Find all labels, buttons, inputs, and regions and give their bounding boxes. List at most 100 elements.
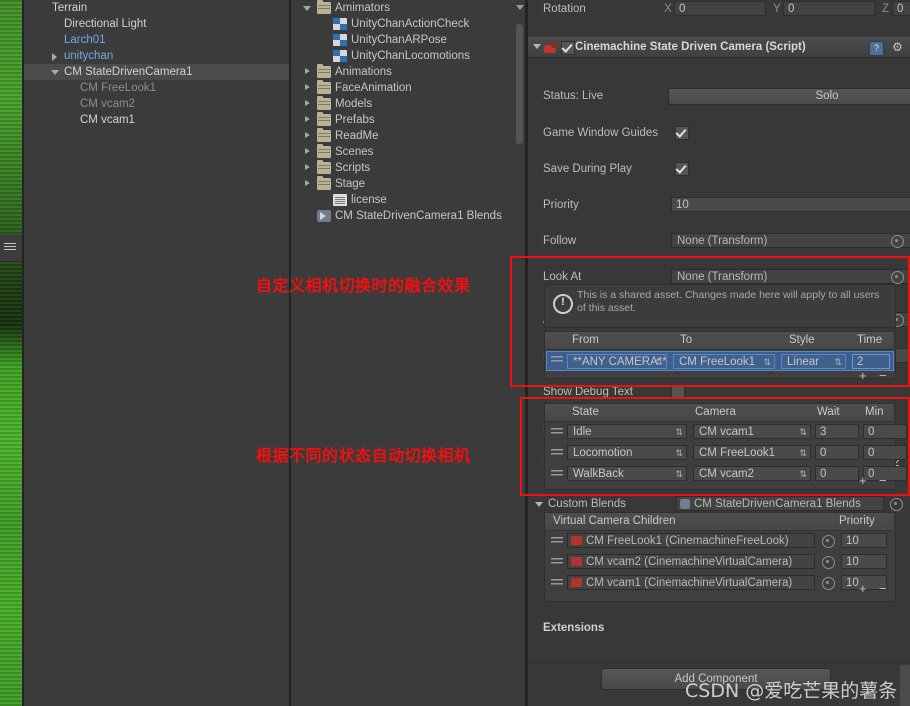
add-child-button[interactable]: + — [859, 581, 867, 596]
chevron-right-icon[interactable] — [50, 48, 61, 64]
reorder-grip-icon[interactable] — [551, 537, 563, 545]
state-dropdown[interactable]: Idle ⇅ — [567, 424, 687, 439]
show-debug-text-checkbox[interactable] — [671, 385, 685, 399]
child-object-picker-icon[interactable] — [822, 577, 835, 590]
solo-button[interactable]: Solo — [668, 88, 910, 105]
blend-time-field[interactable]: 2 — [852, 354, 890, 369]
add-blend-button[interactable]: + — [859, 368, 867, 383]
virtual-camera-child-row[interactable]: CM FreeLook1 (CinemachineFreeLook) 10 — [545, 532, 893, 550]
chevron-right-icon[interactable] — [302, 160, 313, 176]
hierarchy-item-unitychan[interactable]: unitychan — [24, 48, 289, 64]
chevron-right-icon[interactable] — [302, 144, 313, 160]
child-object-field[interactable]: CM vcam1 (CinemachineVirtualCamera) — [567, 575, 815, 590]
remove-state-button[interactable]: − — [879, 473, 887, 488]
hierarchy-item-cm-vcam1[interactable]: CM vcam1 — [24, 112, 289, 128]
blend-to-dropdown[interactable]: CM FreeLook1 ⇅ — [673, 354, 775, 369]
child-priority-field[interactable]: 10 — [841, 533, 887, 548]
state-wait-field[interactable]: 0 — [815, 445, 859, 460]
reorder-grip-icon[interactable] — [551, 558, 563, 566]
states-table: State Camera Wait Min Idle ⇅ CM vcam1 ⇅ 3 0 Lo… — [544, 403, 907, 490]
save-during-play-checkbox[interactable] — [675, 162, 689, 176]
chevron-down-icon[interactable] — [302, 0, 313, 16]
state-min-field[interactable]: 0 — [863, 445, 907, 460]
state-dropdown[interactable]: Locomotion ⇅ — [567, 445, 687, 460]
hierarchy-item-terrain[interactable]: Terrain — [24, 0, 289, 16]
custom-blends-picker-icon[interactable] — [890, 498, 903, 511]
project-item-license[interactable]: license — [291, 192, 525, 208]
project-item-stage[interactable]: Stage — [291, 176, 525, 192]
project-item-unitychanactioncheck[interactable]: UnityChanActionCheck — [291, 16, 525, 32]
state-row[interactable]: Idle ⇅ CM vcam1 ⇅ 3 0 — [545, 423, 907, 441]
project-item-animations[interactable]: Animations — [291, 64, 525, 80]
state-dropdown[interactable]: WalkBack ⇅ — [567, 466, 687, 481]
look-at-object-picker-icon[interactable] — [891, 271, 904, 284]
reorder-grip-icon[interactable] — [551, 579, 563, 587]
child-object-picker-icon[interactable] — [822, 556, 835, 569]
reorder-grip-icon[interactable] — [551, 356, 563, 364]
custom-blends-chevron-down-icon[interactable] — [535, 502, 543, 507]
child-object-field[interactable]: CM vcam2 (CinemachineVirtualCamera) — [567, 554, 815, 569]
project-item-models[interactable]: Models — [291, 96, 525, 112]
chevron-right-icon[interactable] — [302, 96, 313, 112]
blend-style-dropdown[interactable]: Linear ⇅ — [781, 354, 846, 369]
blend-from-dropdown[interactable]: **ANY CAMERA** ⇅ — [567, 354, 667, 369]
chevron-right-icon[interactable] — [302, 112, 313, 128]
project-item-unitychanarpose[interactable]: UnityChanARPose — [291, 32, 525, 48]
add-state-button[interactable]: + — [859, 473, 867, 488]
child-object-picker-icon[interactable] — [822, 535, 835, 548]
rotation-x-field[interactable]: 0 — [674, 1, 766, 16]
hierarchy-item-cm-vcam2[interactable]: CM vcam2 — [24, 96, 289, 112]
chevron-down-icon[interactable] — [50, 64, 61, 80]
state-min-field[interactable]: 0 — [863, 424, 907, 439]
reorder-grip-icon[interactable] — [551, 428, 563, 436]
component-enabled-checkbox[interactable] — [561, 41, 575, 55]
child-priority-field[interactable]: 10 — [841, 554, 887, 569]
project-item-prefabs[interactable]: Prefabs — [291, 112, 525, 128]
state-row[interactable]: WalkBack ⇅ CM vcam2 ⇅ 0 0 — [545, 465, 907, 483]
state-camera-dropdown[interactable]: CM FreeLook1 ⇅ — [693, 445, 811, 460]
game-window-guides-checkbox[interactable] — [675, 126, 689, 140]
look-at-object-field[interactable]: None (Transform) — [671, 269, 910, 284]
help-icon[interactable]: ? — [869, 41, 884, 56]
custom-blends-asset-field[interactable]: CM StateDrivenCamera1 Blends — [676, 496, 884, 511]
virtual-camera-child-row[interactable]: CM vcam2 (CinemachineVirtualCamera) 10 — [545, 553, 893, 571]
project-item-amimators[interactable]: Amimators — [291, 0, 525, 16]
chevron-right-icon[interactable] — [302, 64, 313, 80]
custom-blend-row-selected[interactable]: **ANY CAMERA** ⇅ CM FreeLook1 ⇅ Linear ⇅… — [546, 351, 894, 371]
state-wait-field[interactable]: 3 — [815, 424, 859, 439]
rotation-y-field[interactable]: 0 — [783, 1, 875, 16]
hierarchy-item-cm-statedrivencamera1[interactable]: CM StateDrivenCamera1 — [24, 64, 289, 80]
priority-field[interactable]: 10 — [671, 197, 910, 212]
remove-child-button[interactable]: − — [879, 581, 887, 596]
reorder-grip-icon[interactable] — [551, 470, 563, 478]
chevron-right-icon[interactable] — [302, 80, 313, 96]
rotation-z-field[interactable]: 0 — [892, 1, 910, 16]
project-item-readme[interactable]: ReadMe — [291, 128, 525, 144]
chevron-down-icon[interactable] — [533, 44, 541, 49]
cinemachine-component-header[interactable]: Cinemachine State Driven Camera (Script)… — [528, 37, 910, 58]
hierarchy-item-cm-freelook1[interactable]: CM FreeLook1 — [24, 80, 289, 96]
scene-view-strip[interactable] — [0, 0, 22, 706]
project-item-scripts[interactable]: Scripts — [291, 160, 525, 176]
chevron-right-icon[interactable] — [302, 128, 313, 144]
inspector-scrollbar[interactable] — [900, 665, 910, 706]
remove-blend-button[interactable]: − — [879, 368, 887, 383]
state-camera-dropdown[interactable]: CM vcam1 ⇅ — [693, 424, 811, 439]
project-item-unitychanlocomotions[interactable]: UnityChanLocomotions — [291, 48, 525, 64]
project-item-faceanimation[interactable]: FaceAnimation — [291, 80, 525, 96]
project-item-scenes[interactable]: Scenes — [291, 144, 525, 160]
virtual-camera-child-row[interactable]: CM vcam1 (CinemachineVirtualCamera) 10 — [545, 574, 893, 592]
follow-object-field[interactable]: None (Transform) — [671, 233, 910, 248]
scene-view-tab-stub[interactable] — [0, 234, 22, 262]
child-object-field[interactable]: CM FreeLook1 (CinemachineFreeLook) — [567, 533, 815, 548]
state-wait-field[interactable]: 0 — [815, 466, 859, 481]
hierarchy-item-directional-light[interactable]: Directional Light — [24, 16, 289, 32]
hierarchy-item-larch01[interactable]: Larch01 — [24, 32, 289, 48]
reorder-grip-icon[interactable] — [551, 449, 563, 457]
follow-object-picker-icon[interactable] — [891, 235, 904, 248]
state-camera-dropdown[interactable]: CM vcam2 ⇅ — [693, 466, 811, 481]
gear-icon[interactable]: ⚙ — [891, 41, 904, 54]
project-item-cm-statedrivencamera1-blends[interactable]: CM StateDrivenCamera1 Blends — [291, 208, 525, 224]
chevron-right-icon[interactable] — [302, 176, 313, 192]
state-row[interactable]: Locomotion ⇅ CM FreeLook1 ⇅ 0 0 — [545, 444, 907, 462]
